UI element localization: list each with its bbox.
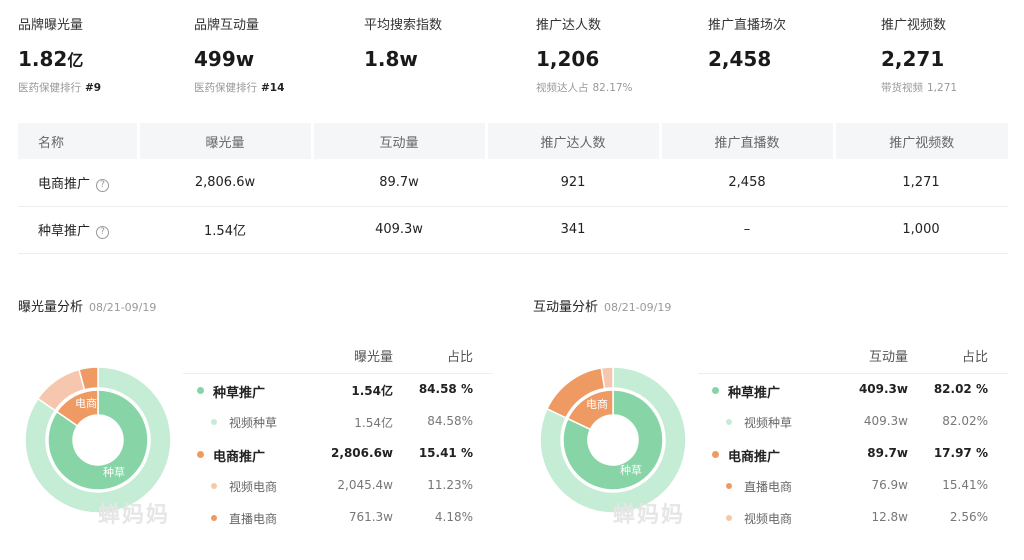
list-item: 视频电商 2,045.4w 11.23% bbox=[183, 470, 493, 502]
row-name: 种草推广? bbox=[18, 206, 138, 254]
column-header: 名称 bbox=[18, 123, 140, 159]
table-cell: 2,806.6w bbox=[138, 159, 312, 207]
metric-label: 品牌互动量 bbox=[194, 18, 260, 33]
list-item: 种草推广 409.3w 82.02 % bbox=[698, 374, 1008, 406]
legend-dot bbox=[712, 451, 719, 458]
metric-sub: 带货视频 1,271 bbox=[881, 82, 958, 94]
legend-dot bbox=[726, 419, 732, 425]
legend-dot bbox=[197, 451, 204, 458]
metric-brand-exposure: 品牌曝光量 1.82亿 医药保健排行 #9 bbox=[18, 16, 178, 96]
column-header: 推广直播数 bbox=[660, 123, 836, 159]
metric-label: 推广直播场次 bbox=[708, 18, 787, 33]
list-item: 直播电商 76.9w 15.41% bbox=[698, 470, 1008, 502]
metric-value: 499w bbox=[194, 47, 255, 71]
metric-sub bbox=[364, 80, 524, 96]
watermark-logo: 蝉妈妈 bbox=[613, 503, 686, 528]
metric-value: 1,206 bbox=[536, 47, 600, 71]
metric-label: 平均搜索指数 bbox=[364, 18, 443, 33]
legend-dot bbox=[211, 483, 217, 489]
metric-value: 2,458 bbox=[708, 47, 772, 71]
interaction-donut-chart: 电商 种草 bbox=[539, 366, 687, 514]
exposure-analysis-panel: 曝光量分析 08/21-09/19 电商 种草 曝光量 占比 种草推广 1.54亿 8… bbox=[18, 298, 498, 548]
panel-title: 互动量分析 08/21-09/19 bbox=[533, 300, 672, 315]
summary-table: 名称 曝光量 互动量 推广达人数 推广直播数 推广视频数 电商推广? 2,806… bbox=[18, 123, 1008, 254]
table-cell: 2,458 bbox=[660, 159, 834, 207]
exposure-donut-chart: 电商 种草 bbox=[24, 366, 172, 514]
list-item: 电商推广 2,806.6w 15.41 % bbox=[183, 438, 493, 470]
list-item: 电商推广 89.7w 17.97 % bbox=[698, 438, 1008, 470]
breakdown-header: 互动量 占比 bbox=[698, 340, 1008, 374]
interaction-breakdown-table: 互动量 占比 种草推广 409.3w 82.02 % 视频种草 409.3w 82.02… bbox=[698, 340, 1008, 534]
table-cell: 921 bbox=[486, 159, 660, 207]
legend-dot bbox=[211, 419, 217, 425]
metric-label: 推广视频数 bbox=[881, 18, 947, 33]
legend-dot bbox=[726, 515, 732, 521]
question-circle-icon[interactable]: ? bbox=[96, 178, 110, 192]
legend-dot bbox=[211, 515, 217, 521]
metric-value: 2,271 bbox=[881, 47, 945, 71]
inner-label-top: 电商 bbox=[586, 397, 608, 411]
table-row: 种草推广? 1.54亿 409.3w 341 – 1,000 bbox=[18, 206, 1008, 254]
inner-label-top: 电商 bbox=[75, 396, 97, 410]
list-item: 视频种草 409.3w 82.02% bbox=[698, 406, 1008, 438]
table-cell: 1,271 bbox=[834, 159, 1008, 207]
table-cell: 341 bbox=[486, 206, 660, 254]
table-cell: 1,000 bbox=[834, 206, 1008, 254]
column-header: 曝光量 bbox=[353, 350, 393, 365]
question-circle-icon[interactable]: ? bbox=[96, 226, 110, 239]
table-row: 电商推广? 2,806.6w 89.7w 921 2,458 1,271 bbox=[18, 159, 1008, 207]
column-header: 推广达人数 bbox=[486, 123, 662, 159]
metrics-bar: 品牌曝光量 1.82亿 医药保健排行 #9 品牌互动量 499w 医药保健排行 #1… bbox=[18, 16, 1018, 106]
inner-label-bottom: 种草 bbox=[103, 465, 125, 479]
metric-label: 品牌曝光量 bbox=[18, 18, 84, 33]
breakdown-header: 曝光量 占比 bbox=[183, 340, 493, 374]
legend-dot bbox=[726, 483, 732, 489]
inner-label-bottom: 种草 bbox=[620, 463, 642, 477]
interaction-analysis-panel: 互动量分析 08/21-09/19 电商 种草 互动量 占比 种草推广 409.3w… bbox=[533, 298, 1013, 548]
metric-influencers: 推广达人数 1,206 视频达人占 82.17% bbox=[536, 16, 696, 96]
table-cell: – bbox=[660, 206, 834, 254]
legend-dot bbox=[197, 387, 204, 394]
column-header: 曝光量 bbox=[138, 123, 314, 159]
table-cell: 89.7w bbox=[312, 159, 486, 207]
column-header: 占比 bbox=[446, 350, 473, 365]
column-header: 互动量 bbox=[312, 123, 488, 159]
list-item: 种草推广 1.54亿 84.58 % bbox=[183, 374, 493, 406]
metric-sub bbox=[708, 80, 868, 96]
metric-value: 1.8w bbox=[364, 47, 418, 71]
metric-search-index: 平均搜索指数 1.8w bbox=[364, 16, 524, 96]
legend-dot bbox=[712, 387, 719, 394]
list-item: 直播电商 761.3w 4.18% bbox=[183, 502, 493, 534]
table-cell: 409.3w bbox=[312, 206, 486, 254]
list-item: 视频种草 1.54亿 84.58% bbox=[183, 406, 493, 438]
metric-value: 1.82亿 bbox=[18, 47, 84, 71]
row-name: 电商推广? bbox=[18, 159, 138, 207]
list-item: 视频电商 12.8w 2.56% bbox=[698, 502, 1008, 534]
metric-sub: 医药保健排行 #14 bbox=[194, 82, 285, 94]
metric-brand-interaction: 品牌互动量 499w 医药保健排行 #14 bbox=[194, 16, 354, 96]
column-header: 互动量 bbox=[868, 350, 908, 365]
table-header-row: 名称 曝光量 互动量 推广达人数 推广直播数 推广视频数 bbox=[18, 123, 1008, 159]
panel-title: 曝光量分析 08/21-09/19 bbox=[18, 300, 157, 315]
metric-videos: 推广视频数 2,271 带货视频 1,271 bbox=[881, 16, 1024, 96]
metric-sub: 医药保健排行 #9 bbox=[18, 82, 102, 94]
column-header: 占比 bbox=[961, 350, 988, 365]
metric-label: 推广达人数 bbox=[536, 18, 602, 33]
column-header: 推广视频数 bbox=[834, 123, 1008, 159]
metric-sub: 视频达人占 82.17% bbox=[536, 82, 633, 94]
table-cell: 1.54亿 bbox=[138, 206, 312, 254]
watermark-logo: 蝉妈妈 bbox=[98, 503, 171, 528]
metric-live-sessions: 推广直播场次 2,458 bbox=[708, 16, 868, 96]
exposure-breakdown-table: 曝光量 占比 种草推广 1.54亿 84.58 % 视频种草 1.54亿 84.58% … bbox=[183, 340, 493, 534]
